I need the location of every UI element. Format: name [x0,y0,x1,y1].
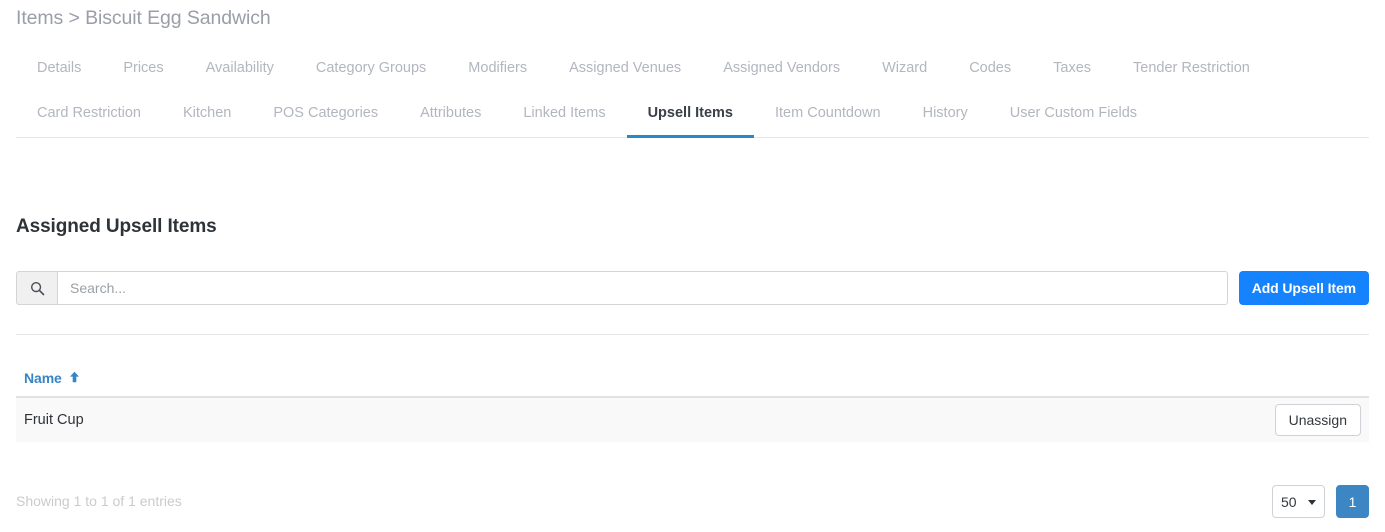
page-size-value: 50 [1281,494,1297,510]
arrow-up-icon[interactable] [69,370,80,386]
table-row: Fruit Cup Unassign [16,398,1369,442]
tab-item-countdown[interactable]: Item Countdown [754,92,902,138]
table-footer-controls: 50 1 [1272,485,1369,518]
tab-user-custom-fields[interactable]: User Custom Fields [989,92,1158,138]
page-title: Assigned Upsell Items [16,216,217,238]
tab-codes[interactable]: Codes [948,47,1032,93]
tab-attributes[interactable]: Attributes [399,92,502,138]
column-header-name[interactable]: Name [24,370,80,386]
upsell-items-page: Items > Biscuit Egg Sandwich DetailsPric… [0,0,1385,532]
table-header-row: Name [16,370,1369,398]
cell-name: Fruit Cup [24,412,84,428]
item-tabs: DetailsPricesAvailabilityCategory Groups… [16,47,1369,138]
tab-kitchen[interactable]: Kitchen [162,92,252,138]
tab-details[interactable]: Details [16,47,102,93]
search-group [16,271,1228,305]
tab-history[interactable]: History [902,92,989,138]
tab-pos-categories[interactable]: POS Categories [252,92,399,138]
tab-modifiers[interactable]: Modifiers [447,47,548,93]
tab-linked-items[interactable]: Linked Items [502,92,626,138]
table-toolbar: Add Upsell Item [16,271,1369,305]
tab-wizard[interactable]: Wizard [861,47,948,93]
table-body: Fruit Cup Unassign [16,398,1369,442]
tab-taxes[interactable]: Taxes [1032,47,1112,93]
search-icon[interactable] [16,271,57,305]
table-entries-info: Showing 1 to 1 of 1 entries [16,493,182,509]
tab-assigned-venues[interactable]: Assigned Venues [548,47,702,93]
page-size-select[interactable]: 50 [1272,485,1325,518]
tab-prices[interactable]: Prices [102,47,184,93]
search-input[interactable] [57,271,1228,305]
unassign-button[interactable]: Unassign [1275,404,1361,436]
chevron-down-icon [1308,500,1316,505]
breadcrumb[interactable]: Items > Biscuit Egg Sandwich [16,7,271,30]
upsell-items-table: Name Fruit Cup Unassign [16,370,1369,442]
tab-upsell-items[interactable]: Upsell Items [627,92,754,138]
tab-availability[interactable]: Availability [185,47,295,93]
tab-card-restriction[interactable]: Card Restriction [16,92,162,138]
column-header-name-label: Name [24,370,62,386]
tab-assigned-vendors[interactable]: Assigned Vendors [702,47,861,93]
pagination-page-1[interactable]: 1 [1336,485,1369,518]
tab-tender-restriction[interactable]: Tender Restriction [1112,47,1271,93]
tab-category-groups[interactable]: Category Groups [295,47,447,93]
add-upsell-item-button[interactable]: Add Upsell Item [1239,271,1369,305]
toolbar-divider [16,334,1369,335]
